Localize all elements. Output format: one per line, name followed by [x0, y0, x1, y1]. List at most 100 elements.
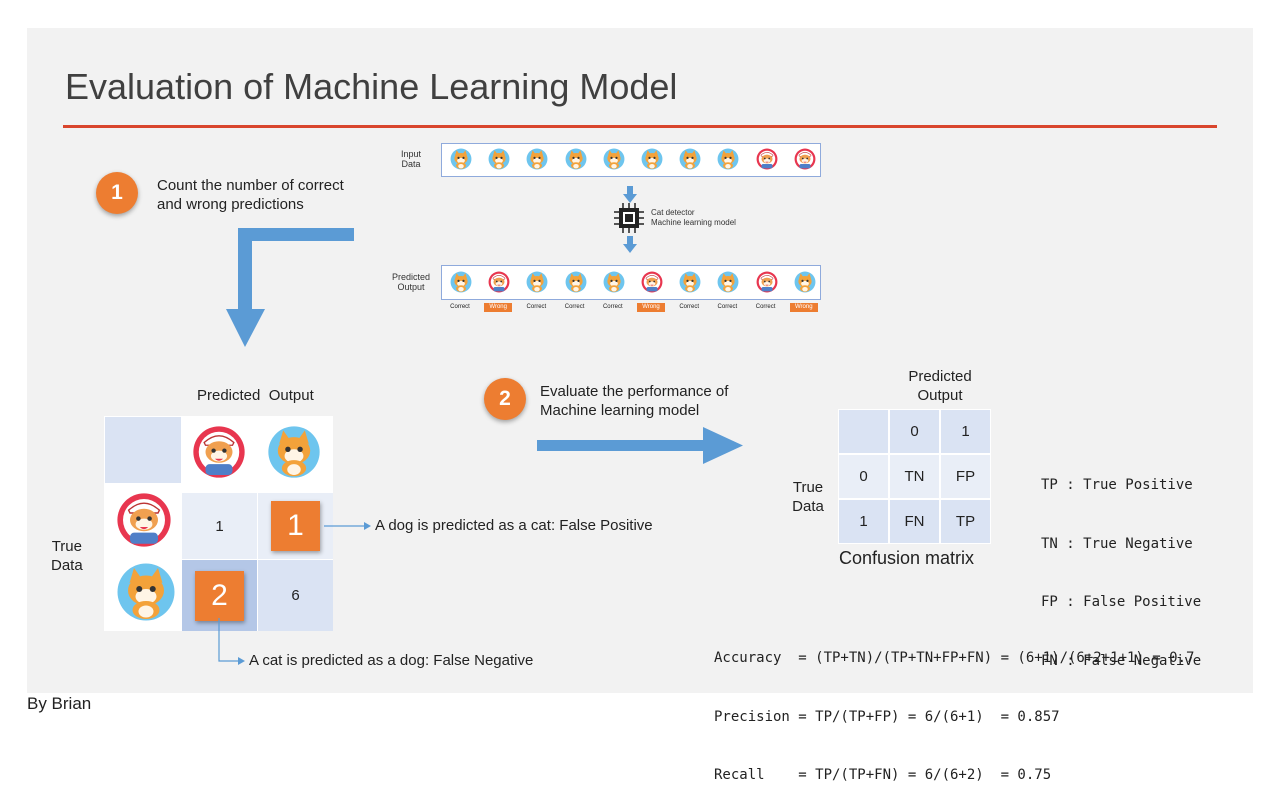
confusion-cell-tn-label: TN [904, 468, 925, 485]
matrix1-cell-fp-value: 1 [287, 509, 304, 542]
fn-note-arrow [218, 618, 245, 665]
matrix1-header: Predicted Output [197, 387, 314, 404]
step-1-line2: and wrong predictions [157, 196, 304, 213]
output-dog-icon [488, 271, 510, 293]
flow-arrow-horizontal [238, 228, 354, 241]
chip-icon [614, 203, 644, 233]
step-1-text: Count the number of correct and wrong pr… [157, 176, 344, 214]
result-label-8: Correct [717, 304, 738, 310]
result-label-5: Correct [602, 304, 623, 310]
legend-tp: TP : True Positive [1041, 477, 1193, 493]
matrix1-cell-tp: 6 [258, 560, 333, 631]
result-label-9: Correct [755, 304, 776, 310]
input-cat-icon [603, 148, 625, 170]
down-arrow-2 [623, 236, 637, 253]
confusion-cell-fp: FP [941, 455, 990, 498]
confusion-cell-tp-label: TP [955, 513, 976, 530]
confusion-cell-fn-label: FN [904, 513, 925, 530]
output-dog-icon [641, 271, 663, 293]
input-cat-icon [717, 148, 739, 170]
legend-tn: TN : True Negative [1041, 535, 1193, 552]
result-label-6: Wrong [637, 303, 665, 312]
down-arrow-1 [623, 186, 637, 203]
matrix1-row-label-line1: True [51, 538, 82, 555]
confusion-header-line1: Predicted [908, 368, 972, 385]
matrix1-cell-fp: 1 [258, 493, 333, 559]
matrix1-corner [105, 417, 181, 483]
matrix1-cell-tp-value: 6 [291, 587, 300, 604]
matrix1-cell-fn-value: 2 [211, 578, 228, 612]
page-title: Evaluation of Machine Learning Model [65, 66, 678, 107]
matrix1-cell-tn: 1 [182, 493, 257, 559]
matrix1-row-label-line2: Data [51, 557, 83, 574]
output-cat-icon [603, 271, 625, 293]
input-cat-icon [488, 148, 510, 170]
step-2-line1: Evaluate the performance of [540, 383, 729, 400]
predicted-output-strip [441, 265, 821, 300]
confusion-col-0-label: 0 [910, 423, 919, 440]
flow-arrow-down [226, 228, 354, 347]
fp-note-arrow [324, 522, 371, 530]
confusion-row-label-line1: True [792, 479, 824, 496]
confusion-cell-tp: TP [941, 500, 990, 543]
step-2-arrow [537, 427, 743, 464]
input-data-strip [441, 143, 821, 177]
confusion-cell-tn: TN [890, 455, 939, 498]
step-2-badge: 2 [484, 378, 526, 420]
formula-precision: Precision = TP/(TP+FP) = 6/(6+1) = 0.857 [714, 708, 1060, 725]
matrix1-grid: 1 1 2 6 [104, 416, 333, 631]
input-label-line2: Data [401, 159, 421, 169]
confusion-cell-fn: FN [890, 500, 939, 543]
confusion-row-0: 0 [839, 455, 888, 498]
step-2-line2: Machine learning model [540, 402, 700, 419]
fp-note: A dog is predicted as a cat: False Posit… [375, 517, 653, 534]
matrix1-cell-tn-value: 1 [215, 517, 224, 535]
matrix1-fn-badge: 2 [195, 570, 244, 621]
result-label-10: Wrong [789, 303, 818, 312]
author-credit: By Brian [27, 694, 92, 713]
input-cat-icon [526, 148, 548, 170]
step-1-line1: Count the number of correct [157, 177, 344, 194]
input-cat-icon [450, 148, 472, 170]
input-dog-icon [794, 148, 816, 170]
confusion-caption: Confusion matrix [839, 548, 975, 568]
input-label: Input Data [396, 149, 426, 169]
output-cat-icon [794, 271, 816, 293]
output-label-line2: Output [397, 282, 425, 292]
input-cat-icon [565, 148, 587, 170]
confusion-header-line2: Output [917, 387, 963, 404]
confusion-row-label: True Data [788, 478, 828, 516]
title-underline [63, 125, 1217, 128]
formula-accuracy: Accuracy = (TP+TN)/(TP+TN+FP+FN) = (6+1)… [714, 650, 1195, 666]
input-label-line1: Input [400, 149, 422, 159]
result-label-2: Wrong [484, 303, 513, 312]
result-label-4: Correct [564, 304, 585, 310]
step-1-badge: 1 [96, 172, 138, 214]
confusion-col-1-label: 1 [961, 423, 970, 440]
confusion-header: Predicted Output [900, 367, 980, 405]
output-label: Predicted Output [391, 272, 431, 292]
confusion-col-1: 1 [941, 410, 990, 453]
confusion-row-1-label: 1 [859, 513, 868, 530]
confusion-col-0: 0 [890, 410, 939, 453]
fn-note: A cat is predicted as a dog: False Negat… [249, 652, 534, 669]
flow-arrow-vertical [238, 228, 252, 310]
confusion-cell-fp-label: FP [955, 468, 976, 485]
matrix1-fp-badge: 1 [271, 501, 320, 551]
flow-arrow-head [226, 309, 265, 347]
confusion-row-1: 1 [839, 500, 888, 543]
confusion-row-0-label: 0 [859, 468, 868, 485]
confusion-corner [839, 410, 888, 453]
matrix1-col-cat-icon [267, 425, 321, 479]
input-dog-icon [756, 148, 778, 170]
step-2-text: Evaluate the performance of Machine lear… [540, 382, 728, 420]
model-label-line2: Machine learning model [651, 218, 736, 227]
formula-recall: Recall = TP/(TP+FN) = 6/(6+2) = 0.75 [714, 767, 1052, 783]
matrix1-col-dog-icon [192, 425, 246, 479]
output-cat-icon [679, 271, 701, 293]
step-1-number: 1 [111, 181, 123, 204]
input-cat-icon [641, 148, 663, 170]
output-cat-icon [565, 271, 587, 293]
output-cat-icon [450, 271, 472, 293]
input-cat-icon [679, 148, 701, 170]
